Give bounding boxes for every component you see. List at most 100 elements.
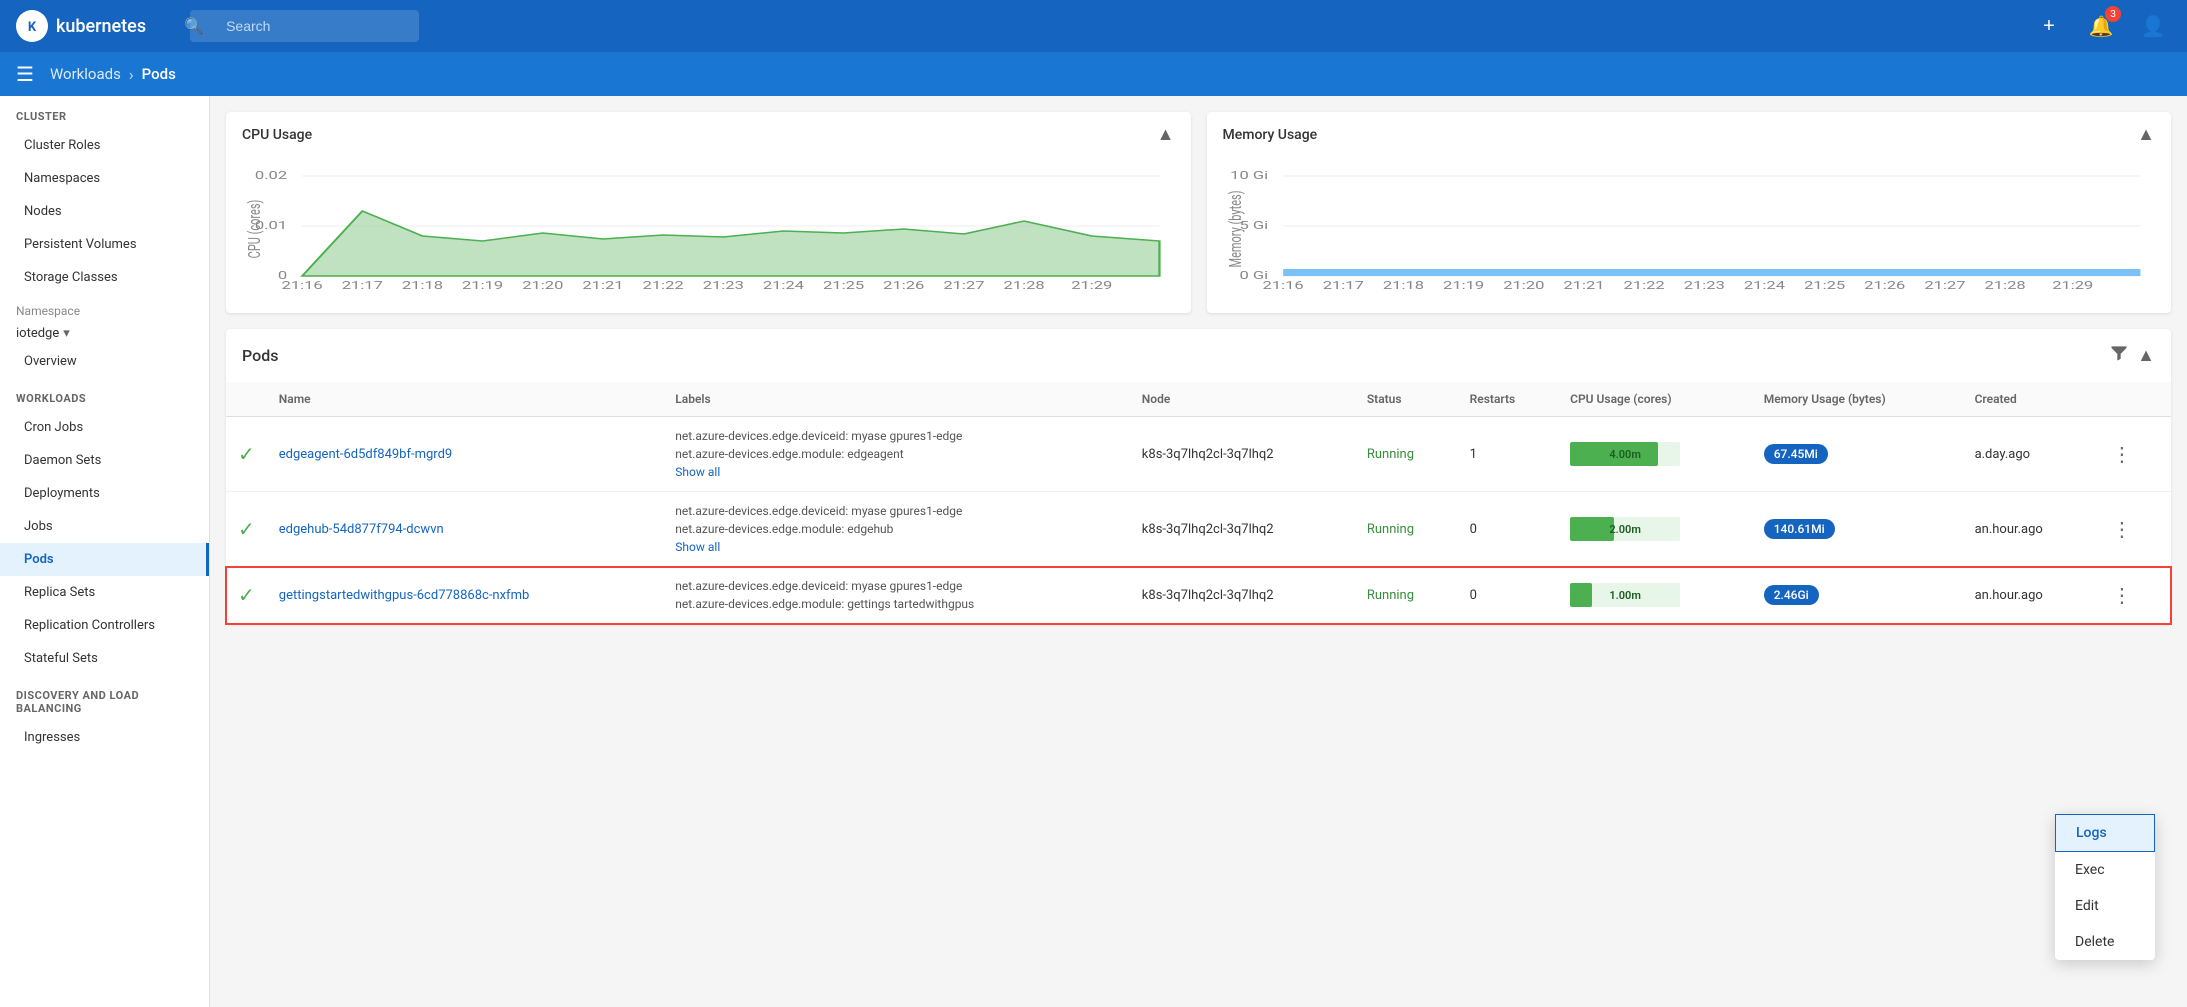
svg-text:21:18: 21:18 [402, 280, 443, 291]
context-menu-exec[interactable]: Exec [2055, 852, 2155, 888]
pods-table-body: ✓ edgeagent-6d5df849bf-mgrd9 net.azure-d… [226, 417, 2171, 624]
namespace-value: iotedge [16, 326, 59, 341]
sidebar-item-persistent-volumes[interactable]: Persistent Volumes [0, 228, 209, 261]
row-cpu-cell: 1.00m [1558, 567, 1752, 624]
show-all-link[interactable]: Show all [675, 540, 720, 554]
col-name-label: Name [267, 382, 664, 417]
sidebar-item-pods[interactable]: Pods [0, 543, 209, 576]
sidebar-item-overview[interactable]: Overview [0, 345, 209, 378]
topbar: K kubernetes 🔍 + 🔔 3 👤 [0, 0, 2187, 52]
add-button[interactable]: + [2031, 8, 2067, 44]
hamburger-menu-button[interactable]: ☰ [16, 62, 34, 87]
namespace-label: Namespace [0, 294, 209, 322]
label-line: net.azure-devices.edge.module: edgeagent [675, 445, 1118, 463]
notifications-button[interactable]: 🔔 3 [2083, 8, 2119, 44]
sidebar-item-cluster-roles[interactable]: Cluster Roles [0, 129, 209, 162]
pods-table-title: Pods [242, 346, 278, 365]
row-labels-cell: net.azure-devices.edge.deviceid: myase g… [663, 492, 1130, 567]
breadcrumb-section[interactable]: Workloads [50, 65, 121, 83]
pod-link[interactable]: edgehub-54d877f794-dcwvn [279, 522, 444, 537]
row-more-cell: ⋮ [2096, 417, 2171, 492]
app-logo: K kubernetes [16, 10, 146, 42]
search-input[interactable] [190, 10, 419, 42]
cpu-chart-area: 0.02 0.01 0 21:16 21:17 21:18 21:19 [226, 153, 1191, 313]
cluster-section-title: Cluster [0, 96, 209, 129]
svg-text:21:18: 21:18 [1382, 280, 1423, 291]
show-all-link[interactable]: Show all [675, 465, 720, 479]
svg-text:21:28: 21:28 [1004, 280, 1045, 291]
svg-text:0.02: 0.02 [255, 170, 287, 183]
sidebar-item-namespaces[interactable]: Namespaces [0, 162, 209, 195]
table-row: ✓ edgeagent-6d5df849bf-mgrd9 net.azure-d… [226, 417, 2171, 492]
svg-text:21:25: 21:25 [1804, 280, 1845, 291]
sidebar-item-nodes[interactable]: Nodes [0, 195, 209, 228]
pod-link[interactable]: edgeagent-6d5df849bf-mgrd9 [279, 447, 452, 462]
svg-text:21:26: 21:26 [883, 280, 924, 291]
sidebar-item-ingresses[interactable]: Ingresses [0, 721, 209, 754]
pod-link[interactable]: gettingstartedwithgpus-6cd778868c-nxfmb [279, 588, 530, 603]
row-name-cell: gettingstartedwithgpus-6cd778868c-nxfmb [267, 567, 664, 624]
table-row: ✓ gettingstartedwithgpus-6cd778868c-nxfm… [226, 567, 2171, 624]
sidebar-item-cron-jobs[interactable]: Cron Jobs [0, 411, 209, 444]
label-line: net.azure-devices.edge.deviceid: myase g… [675, 577, 1118, 595]
row-created-cell: an.hour.ago [1963, 567, 2096, 624]
main-content: CPU Usage ▲ 0.02 0.01 0 [210, 96, 2187, 1007]
svg-text:Memory (bytes): Memory (bytes) [1226, 190, 1245, 267]
cpu-bar-bg: 4.00m [1570, 442, 1680, 466]
sidebar-item-replication-controllers[interactable]: Replication Controllers [0, 609, 209, 642]
filter-button[interactable] [2109, 343, 2129, 368]
app-title: kubernetes [56, 16, 146, 37]
row-cpu-cell: 4.00m [1558, 417, 1752, 492]
topbar-actions: + 🔔 3 👤 [2031, 8, 2171, 44]
row-name-cell: edgehub-54d877f794-dcwvn [267, 492, 664, 567]
row-name-cell: edgeagent-6d5df849bf-mgrd9 [267, 417, 664, 492]
row-status-icon: ✓ [226, 417, 267, 492]
context-menu-edit[interactable]: Edit [2055, 888, 2155, 924]
svg-text:21:16: 21:16 [282, 280, 323, 291]
notification-badge: 3 [2105, 6, 2121, 22]
col-created: Created [1963, 382, 2096, 417]
user-avatar-button[interactable]: 👤 [2135, 8, 2171, 44]
chevron-down-icon: ▾ [63, 326, 70, 341]
memory-chart-area: 10 Gi 5 Gi 0 Gi 21:16 21:17 21:18 21: [1207, 153, 2172, 313]
svg-text:21:17: 21:17 [1322, 280, 1363, 291]
pods-card-actions: ▲ [2109, 343, 2155, 368]
kubernetes-logo-icon: K [16, 10, 48, 42]
col-name [226, 382, 267, 417]
sidebar-item-replica-sets[interactable]: Replica Sets [0, 576, 209, 609]
context-menu-logs[interactable]: Logs [2055, 814, 2155, 852]
more-options-button[interactable]: ⋮ [2108, 579, 2136, 612]
label-line: net.azure-devices.edge.deviceid: myase g… [675, 427, 1118, 445]
row-status-icon: ✓ [226, 567, 267, 624]
svg-text:21:23: 21:23 [1683, 280, 1724, 291]
sidebar-item-stateful-sets[interactable]: Stateful Sets [0, 642, 209, 675]
row-restarts-cell: 1 [1458, 417, 1558, 492]
more-options-button[interactable]: ⋮ [2108, 438, 2136, 471]
row-created-cell: an.hour.ago [1963, 492, 2096, 567]
row-mem-cell: 67.45Mi [1752, 417, 1963, 492]
row-more-cell: ⋮ [2096, 492, 2171, 567]
row-status-cell: Running [1355, 417, 1458, 492]
pods-collapse-button[interactable]: ▲ [2137, 345, 2155, 366]
cpu-bar-bg: 2.00m [1570, 517, 1680, 541]
sidebar-item-daemon-sets[interactable]: Daemon Sets [0, 444, 209, 477]
row-more-cell: ⋮ [2096, 567, 2171, 624]
sidebar-item-deployments[interactable]: Deployments [0, 477, 209, 510]
more-options-button[interactable]: ⋮ [2108, 513, 2136, 546]
sidebar-item-jobs[interactable]: Jobs [0, 510, 209, 543]
context-menu-delete[interactable]: Delete [2055, 924, 2155, 960]
cpu-usage-card: CPU Usage ▲ 0.02 0.01 0 [226, 112, 1191, 313]
col-actions [2096, 382, 2171, 417]
memory-chart-title: Memory Usage [1223, 127, 1318, 143]
svg-text:21:19: 21:19 [1443, 280, 1484, 291]
sidebar-item-storage-classes[interactable]: Storage Classes [0, 261, 209, 294]
sidebar: Cluster Cluster Roles Namespaces Nodes P… [0, 96, 210, 1007]
row-created-cell: a.day.ago [1963, 417, 2096, 492]
pods-table: Name Labels Node Status Restarts CPU Usa… [226, 382, 2171, 624]
workloads-section-title: Workloads [0, 378, 209, 411]
cpu-bar: 4.00m [1570, 438, 1680, 470]
cpu-collapse-button[interactable]: ▲ [1157, 124, 1175, 145]
col-node: Node [1130, 382, 1355, 417]
memory-collapse-button[interactable]: ▲ [2137, 124, 2155, 145]
col-restarts: Restarts [1458, 382, 1558, 417]
